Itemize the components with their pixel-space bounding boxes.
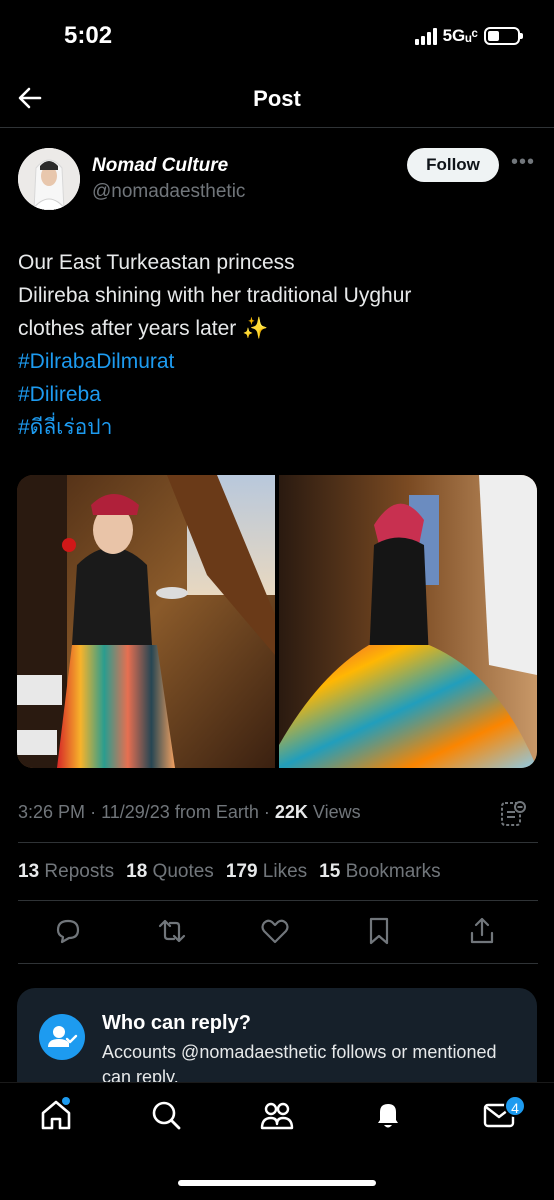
avatar-image [18, 148, 80, 210]
tweet-line: Our East Turkeastan princess [18, 251, 295, 274]
media-image-left[interactable] [17, 475, 275, 768]
network-label: 5Gᵤᶜ [442, 26, 478, 45]
divider [18, 842, 538, 843]
reply-settings-title: Who can reply? [102, 1012, 251, 1034]
more-options-icon[interactable]: ••• [511, 152, 537, 178]
reposts-stat[interactable]: 13 Reposts [18, 861, 114, 883]
like-button[interactable] [259, 915, 291, 947]
status-bar: 5:02 5Gᵤᶜ [0, 0, 554, 70]
quotes-stat[interactable]: 18 Quotes [126, 861, 214, 883]
search-icon [152, 1101, 181, 1130]
repost-button[interactable] [156, 915, 188, 947]
views-label: Views [312, 802, 361, 822]
bookmark-button[interactable] [363, 915, 395, 947]
communities-icon [260, 1102, 294, 1130]
post-date: 11/29/23 [101, 802, 170, 822]
avatar[interactable] [18, 148, 80, 210]
divider [18, 963, 538, 964]
post-source: from Earth [174, 802, 259, 822]
share-icon [470, 917, 494, 944]
author-handle[interactable]: @nomadaesthetic [92, 181, 245, 203]
status-indicators: 5Gᵤᶜ [414, 26, 523, 46]
author-name[interactable]: Nomad Culture [92, 155, 228, 177]
status-time: 5:02 [64, 22, 113, 49]
reply-button[interactable] [52, 915, 84, 947]
tweet-line: clothes after years later ✨ [18, 317, 269, 340]
heart-icon [261, 919, 289, 944]
media-image-right[interactable] [279, 475, 537, 768]
bookmark-icon [369, 917, 389, 945]
home-indicator[interactable] [178, 1180, 376, 1186]
hashtag-link[interactable]: #DilrabaDilmurat [18, 345, 538, 378]
repost-icon [158, 919, 186, 943]
engagement-stats: 13 Reposts 18 Quotes 179 Likes 15 Bookma… [18, 861, 441, 883]
reply-icon [56, 919, 80, 944]
share-button[interactable] [466, 915, 498, 947]
page-title: Post [253, 86, 301, 111]
divider [18, 900, 538, 901]
likes-stat[interactable]: 179 Likes [226, 861, 307, 883]
battery-icon [484, 27, 523, 45]
signal-icon [414, 27, 437, 45]
nav-search[interactable] [148, 1097, 184, 1133]
tweet-text: Our East Turkeastan princess Dilireba sh… [18, 246, 538, 444]
messages-badge: 4 [504, 1095, 526, 1117]
post-time: 3:26 PM [18, 802, 86, 822]
post-metadata: 3:26 PM · 11/29/23 from Earth · 22K View… [18, 802, 361, 822]
media-grid [17, 475, 537, 768]
post-header: Post [0, 70, 554, 128]
notification-dot [62, 1097, 70, 1105]
action-bar [0, 915, 554, 951]
bell-icon [378, 1104, 398, 1128]
hashtag-link[interactable]: #ดีลี่เร่อปา [18, 411, 538, 444]
user-check-icon [39, 1014, 85, 1060]
analytics-icon[interactable] [500, 800, 526, 828]
tweet-line: Dilireba shining with her traditional Uy… [18, 284, 412, 307]
nav-notifications[interactable] [370, 1097, 406, 1133]
follow-button[interactable]: Follow [407, 148, 499, 182]
views-count: 22K [274, 802, 308, 822]
hashtag-link[interactable]: #Dilireba [18, 378, 538, 411]
nav-communities[interactable] [259, 1097, 295, 1133]
bookmarks-stat[interactable]: 15 Bookmarks [319, 861, 440, 883]
